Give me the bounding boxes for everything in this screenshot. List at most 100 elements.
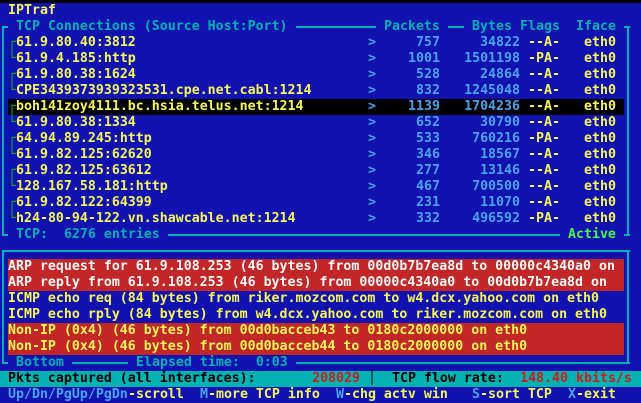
bytes-count: 496592 (464, 211, 520, 227)
tcp-connection-row[interactable]: ┌ 64.94.89.245:http > 533 760216 -PA- et… (0, 131, 641, 147)
tcp-flags: --A- (528, 115, 560, 131)
key-exit-action: -exit (576, 387, 616, 403)
direction-arrow-icon: > (368, 99, 376, 115)
status-separator: │ (368, 371, 376, 387)
connection-host: 128.167.58.181:http (16, 179, 168, 195)
column-header-flags: Flags (520, 19, 576, 35)
elapsed-time-value: 0:03 (256, 355, 288, 370)
packets-count: 277 (384, 163, 440, 179)
tcp-connection-row[interactable]: └ 128.167.58.181:http > 467 700500 --A- … (0, 179, 641, 195)
packet-log-row: Non-IP (0x4) (46 bytes) from 00d0bacceb4… (0, 323, 641, 339)
pair-bracket-icon: ┌ (8, 163, 16, 179)
log-panel-border-top (2, 250, 630, 252)
bytes-count: 30790 (464, 115, 520, 131)
bytes-count: 1501198 (464, 51, 520, 67)
packets-count: 652 (384, 115, 440, 131)
tcp-connection-row[interactable]: └ CPE3439373939323531.cpe.net.cabl:1214 … (0, 83, 641, 99)
bytes-count: 13146 (464, 163, 520, 179)
interface-name: eth0 (584, 83, 616, 99)
direction-arrow-icon: > (368, 115, 376, 131)
tcp-connection-row[interactable]: └ 61.9.4.185:http > 1001 1501198 -PA- et… (0, 51, 641, 67)
tcp-connection-row[interactable]: └ 61.9.80.38:1334 > 652 30790 --A- eth0 (0, 115, 641, 131)
tcp-flow-rate-label: TCP flow rate: (392, 371, 504, 387)
packet-log-row: Non-IP (0x4) (46 bytes) from 00d0bacceb4… (0, 339, 641, 355)
tcp-connection-row[interactable]: ┌ boh141zoy4111.bc.hsia.telus.net:1214 >… (0, 99, 641, 115)
status-bar-row: Pkts captured (all interfaces): 208029 │… (0, 371, 641, 387)
bytes-count: 11070 (464, 195, 520, 211)
bytes-count: 1245048 (464, 83, 520, 99)
tcp-connection-row[interactable]: ┌ 61.9.80.40:3812 > 757 34822 --A- eth0 (0, 35, 641, 51)
tcp-panel-border-left (2, 26, 4, 236)
connection-host: 64.94.89.245:http (16, 131, 152, 147)
tcp-connection-row[interactable]: ┌ 61.9.82.125:63612 > 277 13146 --A- eth… (0, 163, 641, 179)
tcp-flags: -PA- (528, 131, 560, 147)
interface-name: eth0 (584, 147, 616, 163)
tcp-footer-label: TCP: (16, 227, 48, 242)
direction-arrow-icon: > (368, 179, 376, 195)
packets-count: 533 (384, 131, 440, 147)
interface-name: eth0 (584, 115, 616, 131)
key-more-info[interactable]: M (200, 387, 208, 403)
tcp-flags: --A- (528, 179, 560, 195)
packets-count: 231 (384, 195, 440, 211)
packet-log-row: ARP reply from 61.9.108.253 (46 bytes) f… (0, 275, 641, 291)
connection-host: 61.9.82.125:62620 (16, 147, 152, 163)
key-scroll-action: -scroll (128, 387, 184, 403)
tcp-connection-row[interactable]: └ h24-80-94-122.vn.shawcable.net:1214 > … (0, 211, 641, 227)
pair-bracket-icon: └ (8, 83, 16, 99)
app-title: IPTraf (8, 3, 56, 19)
packets-count: 332 (384, 211, 440, 227)
tcp-flags: --A- (528, 163, 560, 179)
key-bar: Up/Dn/PgUp/PgDn -scroll M -more TCP info… (0, 387, 641, 403)
connection-host: 61.9.82.125:63612 (16, 163, 152, 179)
tcp-entries-word: entries (104, 227, 160, 242)
iptraf-terminal: IPTraf TCP Connections (Source Host:Port… (0, 0, 641, 403)
pair-bracket-icon: └ (8, 179, 16, 195)
packets-count: 757 (384, 35, 440, 51)
key-exit[interactable]: X (568, 387, 576, 403)
tcp-connection-row[interactable]: ┌ 61.9.82.122:64399 > 231 11070 --A- eth… (0, 195, 641, 211)
elapsed-time-label: Elapsed time: (136, 355, 240, 370)
bytes-count: 1704236 (464, 99, 520, 115)
connection-host: CPE3439373939323531.cpe.net.cabl:1214 (16, 83, 312, 99)
packet-log-line: ICMP echo req (84 bytes) from riker.mozc… (8, 291, 599, 307)
column-header-packets: Packets (376, 19, 448, 35)
packet-log-line: ARP reply from 61.9.108.253 (46 bytes) f… (8, 275, 607, 291)
tcp-entries-summary: TCP: 6276 entries (8, 227, 168, 243)
key-change-window-action: -chg actv win (344, 387, 448, 403)
bytes-count: 760216 (464, 131, 520, 147)
direction-arrow-icon: > (368, 83, 376, 99)
connection-host: 61.9.82.122:64399 (16, 195, 152, 211)
key-scroll[interactable]: Up/Dn/PgUp/PgDn (8, 387, 128, 403)
connection-host: 61.9.80.38:1334 (16, 115, 136, 131)
key-change-window[interactable]: W (336, 387, 344, 403)
interface-name: eth0 (584, 211, 616, 227)
tcp-connection-row[interactable]: └ 61.9.82.125:62620 > 346 18567 --A- eth… (0, 147, 641, 163)
active-status-badge: Active (560, 227, 624, 243)
pair-bracket-icon: └ (8, 51, 16, 67)
direction-arrow-icon: > (368, 131, 376, 147)
tcp-panel-title: TCP Connections (Source Host:Port) (8, 19, 296, 35)
tcp-entries-count: 6276 (64, 227, 96, 242)
scroll-position-label: Bottom (8, 355, 72, 371)
tcp-flags: --A- (528, 67, 560, 83)
interface-name: eth0 (584, 51, 616, 67)
pair-bracket-icon: ┌ (8, 99, 16, 115)
pair-bracket-icon: ┌ (8, 195, 16, 211)
pair-bracket-icon: ┌ (8, 35, 16, 51)
direction-arrow-icon: > (368, 195, 376, 211)
tcp-flags: --A- (528, 83, 560, 99)
pair-bracket-icon: ┌ (8, 131, 16, 147)
interface-name: eth0 (584, 163, 616, 179)
packet-log-line: Non-IP (0x4) (46 bytes) from 00d0bacceb4… (8, 323, 527, 339)
interface-name: eth0 (584, 131, 616, 147)
interface-name: eth0 (584, 195, 616, 211)
packets-count: 528 (384, 67, 440, 83)
packets-count: 1139 (384, 99, 440, 115)
tcp-connection-row[interactable]: ┌ 61.9.80.38:1624 > 528 24864 --A- eth0 (0, 67, 641, 83)
connection-host: 61.9.80.40:3812 (16, 35, 136, 51)
tcp-panel-border-right (627, 26, 629, 236)
packets-count: 346 (384, 147, 440, 163)
key-sort[interactable]: S (472, 387, 480, 403)
interface-name: eth0 (584, 179, 616, 195)
